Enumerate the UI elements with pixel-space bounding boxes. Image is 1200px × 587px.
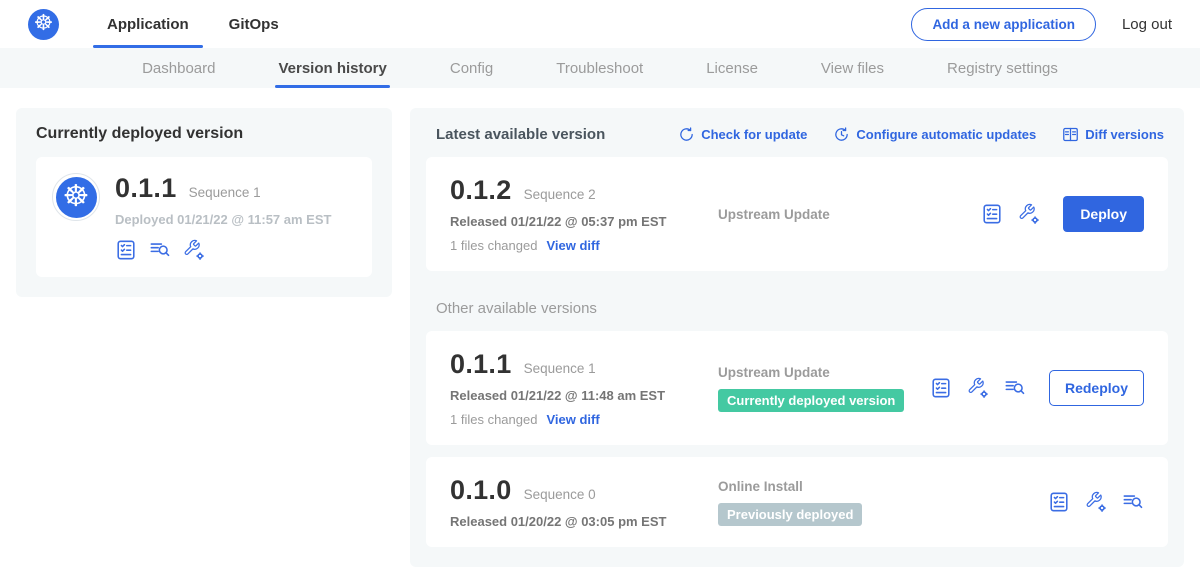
currently-deployed-card: ☸ 0.1.1 Sequence 1 Deployed 01/21/22 @ 1… [36, 157, 372, 277]
subnav-item-troubleshoot[interactable]: Troubleshoot [553, 48, 646, 88]
currently-deployed-badge: Currently deployed version [718, 389, 904, 412]
release-notes-icon[interactable] [981, 203, 1003, 225]
version-source-label: Upstream Update [718, 365, 930, 380]
config-icon[interactable] [183, 239, 205, 261]
subnav-item-dashboard[interactable]: Dashboard [139, 48, 218, 88]
deployed-version-number: 0.1.1 [115, 173, 177, 204]
diff-versions-link[interactable]: Diff versions [1062, 126, 1164, 143]
subnav-item-registry-settings[interactable]: Registry settings [944, 48, 1061, 88]
kubernetes-logo-icon: ☸ [28, 9, 59, 40]
version-number: 0.1.1 [450, 349, 512, 380]
tab-application[interactable]: Application [93, 0, 203, 48]
logout-button[interactable]: Log out [1122, 16, 1172, 33]
files-changed-label: 1 files changed [450, 238, 537, 253]
deployed-sequence-label: Sequence 1 [189, 185, 261, 200]
available-versions-panel: Latest available version Check for updat… [410, 108, 1184, 567]
version-number: 0.1.2 [450, 175, 512, 206]
config-icon[interactable] [1018, 203, 1040, 225]
schedule-update-icon [833, 126, 850, 143]
diff-icon [1062, 126, 1079, 143]
sequence-label: Sequence 2 [524, 187, 596, 202]
subnav-item-config[interactable]: Config [447, 48, 496, 88]
deployed-timestamp: Deployed 01/21/22 @ 11:57 am EST [115, 212, 331, 227]
app-icon-ring: ☸ [52, 173, 100, 221]
check-for-update-link[interactable]: Check for update [678, 126, 807, 143]
view-diff-link[interactable]: View diff [546, 412, 599, 427]
redeploy-button[interactable]: Redeploy [1049, 370, 1144, 406]
files-changed-label: 1 files changed [450, 412, 537, 427]
kubernetes-app-icon: ☸ [56, 177, 97, 218]
release-notes-icon[interactable] [1048, 491, 1070, 513]
view-logs-icon[interactable] [1004, 377, 1026, 399]
release-notes-icon[interactable] [115, 239, 137, 261]
view-diff-link[interactable]: View diff [546, 238, 599, 253]
app-subnav: Dashboard Version history Config Trouble… [0, 48, 1200, 88]
deploy-button[interactable]: Deploy [1063, 196, 1144, 232]
released-timestamp: Released 01/21/22 @ 11:48 am EST [450, 388, 698, 403]
configure-automatic-updates-label: Configure automatic updates [856, 127, 1036, 142]
version-number: 0.1.0 [450, 475, 512, 506]
sequence-label: Sequence 0 [524, 487, 596, 502]
released-timestamp: Released 01/20/22 @ 03:05 pm EST [450, 514, 698, 529]
currently-deployed-title: Currently deployed version [36, 125, 372, 143]
view-logs-icon[interactable] [149, 239, 171, 261]
subnav-item-view-files[interactable]: View files [818, 48, 887, 88]
diff-versions-label: Diff versions [1085, 127, 1164, 142]
sequence-label: Sequence 1 [524, 361, 596, 376]
subnav-item-license[interactable]: License [703, 48, 761, 88]
configure-automatic-updates-link[interactable]: Configure automatic updates [833, 126, 1036, 143]
config-icon[interactable] [1085, 491, 1107, 513]
check-for-update-label: Check for update [701, 127, 807, 142]
view-logs-icon[interactable] [1122, 491, 1144, 513]
subnav-item-version-history[interactable]: Version history [275, 48, 389, 88]
refresh-icon [678, 126, 695, 143]
currently-deployed-panel: Currently deployed version ☸ 0.1.1 Seque… [16, 108, 392, 297]
previously-deployed-badge: Previously deployed [718, 503, 862, 526]
release-notes-icon[interactable] [930, 377, 952, 399]
topbar: ☸ Application GitOps Add a new applicati… [0, 0, 1200, 48]
tab-gitops[interactable]: GitOps [215, 0, 293, 48]
version-source-label: Upstream Update [718, 207, 981, 222]
other-versions-title: Other available versions [436, 300, 1168, 317]
config-icon[interactable] [967, 377, 989, 399]
released-timestamp: Released 01/21/22 @ 05:37 pm EST [450, 214, 698, 229]
version-card-0-1-1: 0.1.1 Sequence 1 Released 01/21/22 @ 11:… [426, 331, 1168, 445]
add-application-button[interactable]: Add a new application [911, 8, 1096, 41]
version-source-label: Online Install [718, 479, 1048, 494]
version-card-0-1-0: 0.1.0 Sequence 0 Released 01/20/22 @ 03:… [426, 457, 1168, 547]
version-history-page: Currently deployed version ☸ 0.1.1 Seque… [0, 88, 1200, 587]
top-tabs: Application GitOps [81, 0, 293, 48]
version-card-latest: 0.1.2 Sequence 2 Released 01/21/22 @ 05:… [426, 157, 1168, 271]
latest-available-title: Latest available version [436, 126, 605, 143]
tab-gitops-label: GitOps [229, 16, 279, 33]
tab-application-label: Application [107, 16, 189, 33]
